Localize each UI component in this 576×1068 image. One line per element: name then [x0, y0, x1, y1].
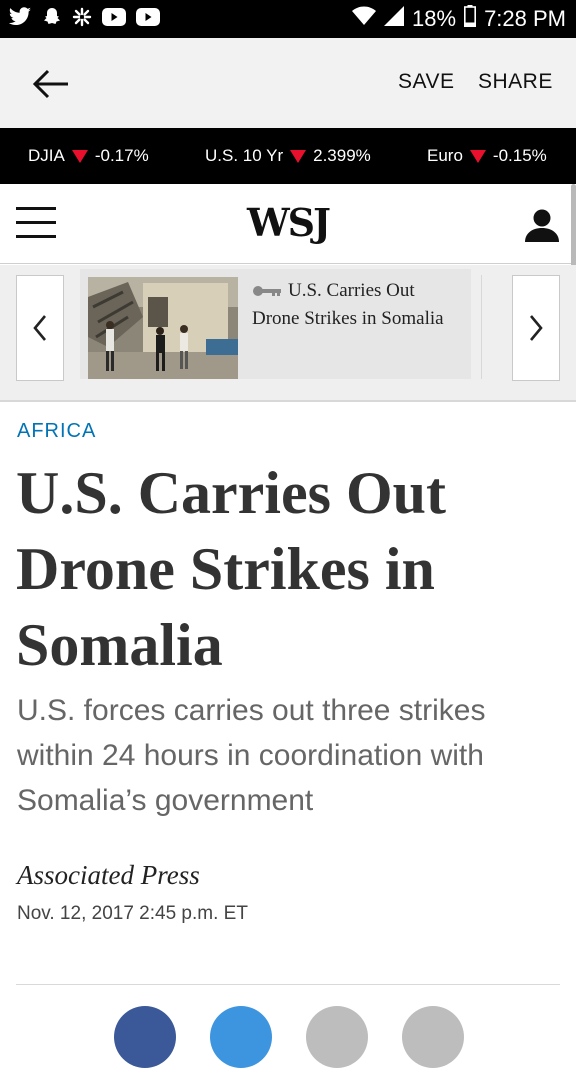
chevron-left-icon [33, 315, 46, 341]
youtube-icon [102, 8, 126, 31]
ticker-name: Euro [427, 146, 463, 165]
down-arrow-icon [71, 149, 88, 163]
save-button[interactable]: SAVE [398, 70, 454, 94]
down-arrow-icon [290, 149, 307, 163]
ticker-name: U.S. 10 Yr [205, 146, 284, 165]
carousel-card[interactable]: U.S. Carries Out Drone Strikes in Somali… [80, 269, 471, 379]
ticker-change: -0.15% [492, 146, 547, 165]
wifi-icon [352, 6, 377, 32]
carousel-next-button[interactable] [512, 275, 560, 381]
article-headline: U.S. Carries Out Drone Strikes in Somali… [16, 460, 446, 678]
article-carousel: U.S. Carries Out Drone Strikes in Somali… [0, 265, 576, 402]
facebook-share-button[interactable] [114, 1006, 176, 1068]
divider [481, 275, 482, 379]
clock: 7:28 PM [484, 6, 566, 31]
carousel-prev-button[interactable] [16, 275, 64, 381]
signal-icon [384, 6, 405, 32]
share-button-gray[interactable] [306, 1006, 368, 1068]
arrow-left-icon [32, 69, 68, 99]
byline: Associated Press [17, 860, 200, 890]
section-label[interactable]: AFRICA [17, 420, 96, 443]
ticker-item: Euro -0.15% [427, 146, 547, 166]
carousel-card-title: U.S. Carries Out Drone Strikes in Somali… [252, 277, 462, 332]
battery-percent: 18% [412, 6, 457, 31]
share-button[interactable]: SHARE [478, 70, 553, 94]
status-bar: 18% 7:28 PM [0, 0, 576, 38]
back-button[interactable] [28, 64, 74, 104]
snapchat-icon [42, 7, 62, 32]
article-dek: U.S. forces carries out three strikes wi… [17, 694, 486, 817]
market-ticker[interactable]: DJIA -0.17% U.S. 10 Yr 2.399% Euro -0.15… [0, 128, 576, 184]
pinwheel-icon [72, 7, 92, 32]
ticker-item: U.S. 10 Yr 2.399% [205, 146, 371, 166]
scrollbar[interactable] [571, 184, 576, 270]
article-thumbnail [88, 277, 238, 379]
ticker-change: -0.17% [94, 146, 149, 165]
key-icon [252, 278, 282, 305]
share-button-gray[interactable] [402, 1006, 464, 1068]
battery-icon [464, 5, 477, 33]
twitter-share-button[interactable] [210, 1006, 272, 1068]
user-icon[interactable] [524, 208, 560, 242]
youtube-icon [136, 8, 160, 31]
chevron-right-icon [530, 315, 543, 341]
timestamp: Nov. 12, 2017 2:45 p.m. ET [17, 903, 248, 924]
ticker-name: DJIA [28, 146, 65, 165]
ticker-item: DJIA -0.17% [28, 146, 149, 166]
divider [16, 984, 560, 985]
down-arrow-icon [469, 149, 486, 163]
notification-icons [8, 7, 160, 32]
ticker-change: 2.399% [313, 146, 371, 165]
app-toolbar: SAVE SHARE [0, 38, 576, 128]
wsj-logo[interactable]: WSJ [0, 200, 576, 245]
site-header: WSJ [0, 184, 576, 264]
twitter-icon [8, 7, 32, 32]
